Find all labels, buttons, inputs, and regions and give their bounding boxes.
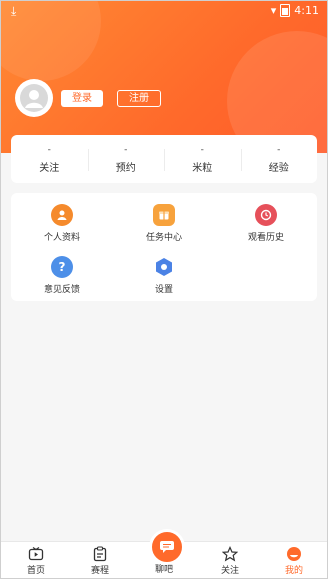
avatar[interactable] bbox=[15, 79, 53, 117]
grid-item-feedback[interactable]: ? 意见反馈 bbox=[22, 256, 102, 295]
register-button[interactable]: 注册 bbox=[117, 90, 161, 107]
clipboard-icon bbox=[93, 546, 107, 562]
tv-play-icon bbox=[28, 547, 44, 561]
app-screen: ⤓ ▾ 4:11 登录 注册 - 关注 - 预约 - 米粒 - 经验 个人资料 … bbox=[0, 0, 328, 579]
task-icon bbox=[153, 204, 175, 226]
profile-face-icon bbox=[287, 547, 301, 561]
stat-value: - bbox=[47, 145, 51, 155]
grid-item-history[interactable]: 观看历史 bbox=[226, 204, 306, 243]
chat-bubble-icon bbox=[160, 541, 174, 553]
stat-experience[interactable]: - 经验 bbox=[240, 135, 318, 183]
user-icon bbox=[20, 84, 48, 112]
stats-card: - 关注 - 预约 - 米粒 - 经验 bbox=[11, 135, 317, 183]
status-time: 4:11 bbox=[294, 4, 319, 17]
status-bar: ⤓ ▾ 4:11 bbox=[1, 1, 327, 21]
grid-item-label: 个人资料 bbox=[43, 233, 80, 243]
clock-icon bbox=[255, 204, 277, 226]
feature-grid: 个人资料 任务中心 观看历史 ? 意见反馈 设置 bbox=[11, 193, 317, 301]
wifi-icon: ▾ bbox=[270, 4, 277, 17]
battery-icon bbox=[280, 4, 291, 17]
tab-label: 关注 bbox=[220, 566, 239, 576]
tab-chat[interactable]: 聊吧 bbox=[134, 556, 194, 575]
stat-label: 经验 bbox=[268, 163, 289, 174]
grid-item-label: 设置 bbox=[154, 285, 173, 295]
login-button[interactable]: 登录 bbox=[61, 90, 103, 107]
settings-icon bbox=[153, 256, 175, 278]
grid-item-tasks[interactable]: 任务中心 bbox=[124, 204, 204, 243]
stat-value: - bbox=[277, 145, 281, 155]
person-icon bbox=[51, 204, 73, 226]
star-icon bbox=[222, 546, 238, 562]
grid-item-label: 观看历史 bbox=[247, 233, 284, 243]
bottom-tab-bar: 首页 赛程 聊吧 关注 我的 bbox=[1, 529, 327, 578]
stat-label: 米粒 bbox=[192, 163, 213, 174]
stat-label: 预约 bbox=[115, 163, 136, 174]
stat-follow[interactable]: - 关注 bbox=[11, 135, 88, 183]
profile-header: ⤓ ▾ 4:11 登录 注册 bbox=[1, 1, 327, 153]
tab-label: 我的 bbox=[284, 566, 303, 576]
tab-follow[interactable]: 关注 bbox=[200, 542, 260, 576]
tab-label: 聊吧 bbox=[154, 565, 173, 575]
tab-home[interactable]: 首页 bbox=[6, 542, 66, 576]
grid-item-profile[interactable]: 个人资料 bbox=[22, 204, 102, 243]
grid-item-label: 意见反馈 bbox=[43, 285, 80, 295]
question-icon: ? bbox=[51, 256, 73, 278]
download-icon: ⤓ bbox=[11, 4, 17, 18]
grid-item-label: 任务中心 bbox=[145, 233, 182, 243]
tab-matches[interactable]: 赛程 bbox=[70, 542, 130, 576]
stat-reservations[interactable]: - 预约 bbox=[87, 135, 165, 183]
stat-value: - bbox=[200, 145, 204, 155]
tab-label: 赛程 bbox=[90, 566, 109, 576]
stat-points[interactable]: - 米粒 bbox=[164, 135, 241, 183]
tab-mine[interactable]: 我的 bbox=[264, 542, 324, 576]
tab-label: 首页 bbox=[26, 566, 45, 576]
grid-item-settings[interactable]: 设置 bbox=[124, 256, 204, 295]
stat-value: - bbox=[124, 145, 128, 155]
stat-label: 关注 bbox=[39, 163, 60, 174]
